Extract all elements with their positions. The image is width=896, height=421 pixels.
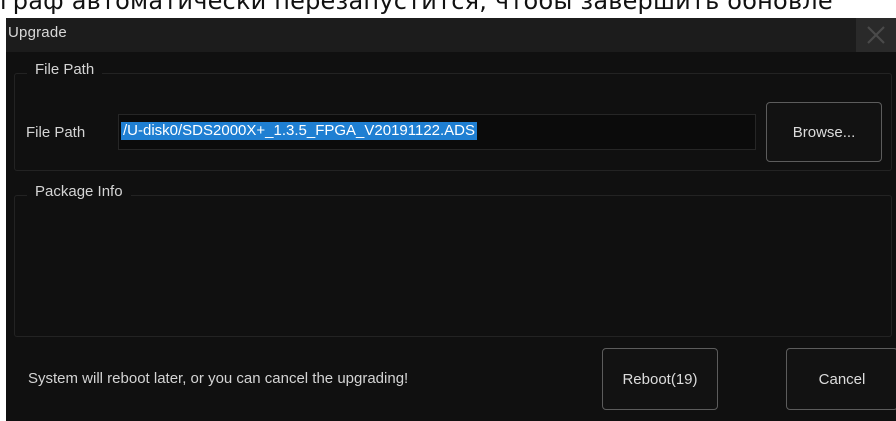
upgrade-dialog: Upgrade File Path File Path /U-disk0/SDS… bbox=[6, 18, 896, 421]
package-info-group: Package Info bbox=[14, 183, 892, 337]
dialog-title: Upgrade bbox=[8, 24, 67, 41]
reboot-button[interactable]: Reboot(19) bbox=[602, 348, 718, 410]
package-info-title: Package Info bbox=[27, 183, 131, 200]
file-path-input[interactable]: /U-disk0/SDS2000X+_1.3.5_FPGA_V20191122.… bbox=[118, 114, 756, 150]
close-button[interactable] bbox=[856, 18, 896, 52]
file-path-label: File Path bbox=[26, 124, 86, 141]
cancel-button[interactable]: Cancel bbox=[786, 348, 896, 410]
browse-button[interactable]: Browse... bbox=[766, 102, 882, 162]
dialog-titlebar: Upgrade bbox=[6, 18, 896, 52]
status-message: System will reboot later, or you can can… bbox=[28, 370, 409, 387]
file-path-value: /U-disk0/SDS2000X+_1.3.5_FPGA_V20191122.… bbox=[121, 122, 478, 140]
file-path-group-title: File Path bbox=[27, 61, 103, 78]
close-icon bbox=[867, 26, 885, 44]
background-caption: граф автоматически перезапустится, чтобы… bbox=[0, 0, 833, 15]
